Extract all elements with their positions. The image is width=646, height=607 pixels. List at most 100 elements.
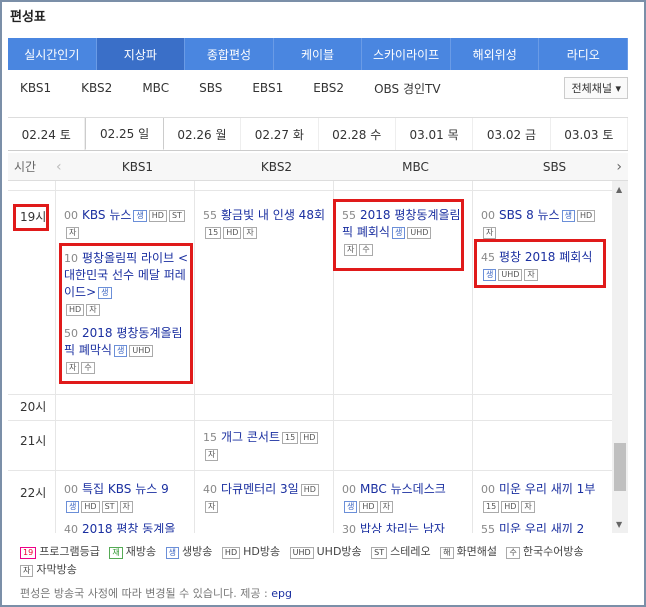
tab-general[interactable]: 종합편성 — [185, 38, 274, 70]
tab-overseas[interactable]: 해외위성 — [451, 38, 540, 70]
hour-label: 21시 — [20, 434, 47, 448]
tab-terrestrial[interactable]: 지상파 — [96, 38, 186, 70]
hd-badge: HD — [223, 226, 242, 239]
legend-label: 자막방송 — [36, 563, 77, 576]
footer-source-link[interactable]: epg — [271, 587, 292, 600]
age-badge: 19 — [20, 547, 37, 559]
hd-badge: HD — [300, 431, 319, 444]
subtitle-badge: 자 — [379, 500, 393, 513]
date-tab[interactable]: 02.26 월 — [164, 118, 242, 150]
program-item[interactable]: 40 2018 평창 동계올 — [64, 521, 189, 533]
channel-link[interactable]: OBS 경인TV — [374, 80, 441, 97]
date-tab[interactable]: 02.24 토 — [8, 118, 86, 150]
chevron-right-icon[interactable]: › — [616, 159, 622, 175]
subtitle-badge: 자 — [66, 226, 80, 239]
legend-label: 스테레오 — [390, 545, 431, 558]
program-minute: 40 — [64, 523, 78, 533]
legend-label: 생방송 — [182, 545, 213, 558]
column-sbs: SBS — [542, 159, 567, 174]
program-title: 특집 KBS 뉴스 9 — [82, 482, 169, 496]
subtitle-badge: 자 — [205, 448, 219, 461]
scroll-thumb[interactable] — [614, 443, 626, 491]
program-title: 미운 우리 새끼 2 — [499, 522, 585, 533]
legend-item: 재 재방송 — [109, 543, 156, 561]
description-badge: 해 — [440, 547, 454, 559]
hd-badge: HD — [148, 209, 167, 222]
scroll-up-icon[interactable]: ▲ — [616, 185, 622, 194]
program-item[interactable]: 40 다큐멘터리 3일 HD 자 — [203, 481, 328, 515]
program-title: MBC 뉴스데스크 — [360, 482, 446, 496]
footer-note: 편성은 방송국 사정에 따라 변경될 수 있습니다. 제공 : epg — [20, 585, 292, 601]
time-row — [8, 181, 612, 191]
hd-badge: HD — [501, 500, 520, 513]
legend-item: 수 한국수어방송 — [506, 543, 584, 561]
uhd-badge: UHD — [289, 547, 314, 559]
tab-skylife[interactable]: 스카이라이프 — [362, 38, 451, 70]
date-tab[interactable]: 03.03 토 — [551, 118, 628, 150]
vertical-scrollbar[interactable]: ▲ ▼ — [612, 181, 628, 533]
time-column-label: 시간 — [14, 160, 37, 174]
sign-badge: 수 — [506, 547, 520, 559]
rerun-badge: 재 — [109, 547, 123, 559]
program-item[interactable]: 00 MBC 뉴스데스크 생 HD 자 — [342, 481, 467, 515]
program-title: 다큐멘터리 3일 — [221, 482, 299, 496]
stereo-badge: ST — [168, 209, 185, 222]
date-tabs: 02.24 토 02.25 일 02.26 월 02.27 화 02.28 수 … — [8, 117, 628, 151]
highlight-box — [333, 199, 464, 271]
all-channels-dropdown[interactable]: 전체채널 ▾ — [564, 77, 628, 99]
date-tab[interactable]: 03.02 금 — [473, 118, 551, 150]
legend: 19 프로그램등급 재 재방송 생 생방송 HD HD방송 UHD UHD방송 ST 스테레… — [20, 543, 620, 579]
hour-label: 22시 — [20, 486, 47, 500]
column-mbc: MBC — [402, 159, 429, 174]
highlight-box — [13, 204, 49, 231]
footer-note-text: 편성은 방송국 사정에 따라 변경될 수 있습니다. — [20, 587, 237, 600]
legend-label: 화면해설 — [456, 545, 497, 558]
column-kbs1: KBS1 — [121, 159, 154, 174]
tab-realtime[interactable]: 실시간인기 — [8, 38, 97, 70]
date-tab[interactable]: 03.01 목 — [396, 118, 474, 150]
chevron-down-icon: ▾ — [615, 82, 621, 95]
legend-label: 프로그램등급 — [39, 545, 100, 558]
age-badge: 15 — [282, 431, 299, 444]
date-tab[interactable]: 02.27 화 — [241, 118, 319, 150]
tab-cable[interactable]: 케이블 — [274, 38, 363, 70]
program-item[interactable]: 30 밥상 차리는 남자 — [342, 521, 467, 533]
program-item[interactable]: 55 황금빛 내 인생 48회 15 HD 자 — [203, 207, 328, 241]
footer-source-label: 제공 : — [240, 587, 268, 600]
highlight-box — [59, 243, 193, 384]
program-title: 2018 평창 동계올 — [82, 522, 176, 533]
legend-label: UHD방송 — [316, 545, 362, 558]
program-item[interactable]: 15 개그 콘서트 15 HD 자 — [203, 429, 328, 463]
program-item[interactable]: 55 미운 우리 새끼 2 — [481, 521, 606, 533]
subtitle-badge: 자 — [205, 500, 219, 513]
channel-link[interactable]: EBS1 — [252, 81, 283, 95]
subtitle-badge: 자 — [119, 500, 133, 513]
channel-link[interactable]: SBS — [199, 81, 222, 95]
live-badge: 생 — [66, 500, 80, 513]
program-item[interactable]: 00 KBS 뉴스 생 HD ST 자 — [64, 207, 189, 241]
scroll-down-icon[interactable]: ▼ — [616, 520, 622, 529]
legend-item: 해 화면해설 — [440, 543, 497, 561]
program-item[interactable]: 00 미운 우리 새끼 1부 15 HD 자 — [481, 481, 606, 515]
highlight-box — [474, 239, 606, 288]
grid-header: 시간 ‹ KBS1 KBS2 MBC SBS › — [8, 153, 628, 181]
channel-link[interactable]: KBS1 — [20, 81, 51, 95]
tab-radio[interactable]: 라디오 — [539, 38, 629, 70]
program-minute: 00 — [342, 483, 356, 496]
program-item[interactable]: 00 SBS 8 뉴스 생 HD 자 — [481, 207, 606, 241]
chevron-left-icon[interactable]: ‹ — [56, 159, 68, 175]
program-title: SBS 8 뉴스 — [499, 208, 560, 222]
channel-link[interactable]: MBC — [142, 81, 169, 95]
legend-item: HD HD방송 — [221, 543, 280, 561]
date-tab-active[interactable]: 02.25 일 — [85, 118, 164, 150]
program-title: 개그 콘서트 — [221, 430, 281, 444]
program-title: 황금빛 내 인생 48회 — [221, 208, 325, 222]
program-minute: 40 — [203, 483, 217, 496]
legend-label: 한국수어방송 — [522, 545, 584, 558]
date-tab[interactable]: 02.28 수 — [319, 118, 396, 150]
channel-link[interactable]: EBS2 — [313, 81, 344, 95]
channel-link[interactable]: KBS2 — [81, 81, 112, 95]
hd-badge: HD — [221, 547, 241, 559]
program-item[interactable]: 00 특집 KBS 뉴스 9 생 HD ST 자 — [64, 481, 189, 515]
legend-item: UHD UHD방송 — [289, 543, 362, 561]
